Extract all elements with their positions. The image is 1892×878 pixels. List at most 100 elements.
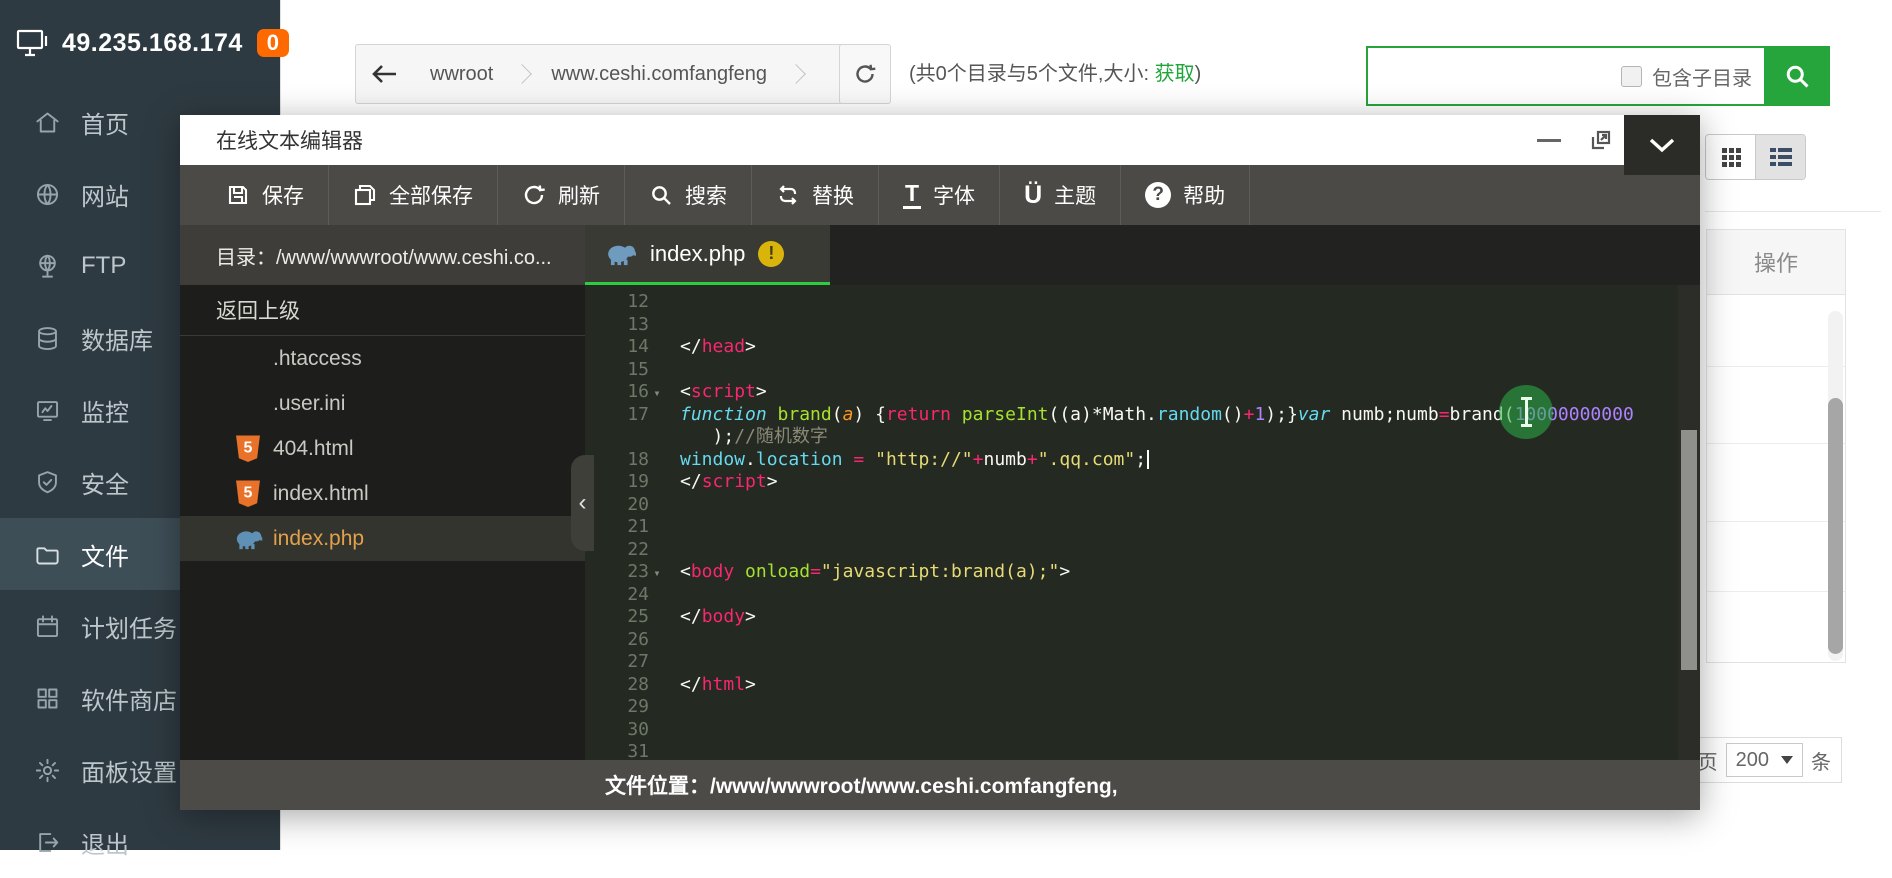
editor-tabbar: index.php ! [585,225,1700,285]
view-toggle [1705,134,1806,180]
help-button[interactable]: ?帮助 [1121,165,1250,225]
editor-scrollbar[interactable] [1678,285,1700,760]
font-icon: T [903,181,921,208]
notification-badge[interactable]: 0 [257,29,289,57]
folder-icon [34,541,61,568]
maximize-button[interactable] [1589,128,1613,152]
code-line-29: 29 [585,696,1700,719]
code-line-26: 26 [585,629,1700,652]
file-item-.user.ini[interactable]: .user.ini [180,381,585,426]
toolbar-button-label: 全部保存 [389,180,473,210]
code-line-25: 25</body> [585,606,1700,629]
section-divider [1705,211,1881,212]
grid-view-button[interactable] [1706,135,1755,179]
search-button[interactable] [1764,46,1830,106]
server-monitor-icon [16,28,52,58]
get-size-link[interactable]: 获取 [1155,63,1195,85]
sidebar-item-label: 计划任务 [81,609,177,644]
breadcrumb-item-site[interactable]: www.ceshi.comfangfeng [535,63,783,86]
calendar-icon [34,613,61,640]
search-input[interactable]: 包含子目录 [1366,46,1766,106]
editor-toolbar: 保存 全部保存刷新 搜索替换T字体 Ü 主题 ?帮助 [180,165,1700,225]
file-list: .htaccess .user.ini 5 404.html 5index.htmlin… [180,336,585,561]
panel-collapse-handle[interactable]: ‹ [571,455,594,551]
sidebar-item-logout[interactable]: 退出 [0,806,280,878]
include-subdir-label: 包含子目录 [1652,62,1752,91]
file-name: .htaccess [273,347,362,371]
replace-button[interactable]: 替换 [752,165,879,225]
html5-icon: 5 [236,435,260,462]
code-line-28: 28</html> [585,674,1700,697]
file-sidebar: 返回上级 .htaccess .user.ini 5 404.html 5index.h… [180,285,585,760]
home-icon [34,109,61,136]
logout-icon [34,829,61,856]
refresh-button[interactable]: 刷新 [498,165,625,225]
sidebar-item-label: 首页 [81,105,129,140]
globe-icon [34,181,61,208]
save-button[interactable]: 保存 [202,165,329,225]
minimize-button[interactable] [1537,139,1561,142]
list-view-button[interactable] [1755,135,1805,179]
file-item-.htaccess[interactable]: .htaccess [180,336,585,381]
include-subdir-checkbox[interactable] [1621,66,1642,87]
code-line-30: 30 [585,719,1700,742]
save-all-button[interactable]: 全部保存 [329,165,498,225]
theme-icon: Ü [1024,183,1042,208]
file-table: 操作 [1706,229,1846,663]
back-button[interactable] [356,45,414,103]
code-line-15: 15 [585,359,1700,382]
code-editor[interactable]: 121314</head>1516▾<script>17function bra… [585,285,1700,760]
sidebar-item-label: 监控 [81,393,129,428]
sidebar-item-label: 安全 [81,465,129,500]
server-ip: 49.235.168.174 [62,29,243,58]
refresh-icon [522,183,546,207]
file-location-statusbar: 文件位置：/www/wwwroot/www.ceshi.comfangfeng, [180,760,1700,810]
sidebar-item-label: 数据库 [81,321,153,356]
toolbar-button-label: 帮助 [1183,180,1225,210]
breadcrumb-item-wwroot[interactable]: wwroot [414,63,509,86]
code-line-12: 12 [585,291,1700,314]
gear-icon [34,757,61,784]
table-scrollbar[interactable] [1828,311,1843,661]
maximize-icon [1589,128,1613,152]
toolbar-collapse-button[interactable] [1624,115,1700,175]
directory-summary: (共0个目录与5个文件,大小: 获取) [909,44,1201,104]
tab-index-php[interactable]: index.php ! [585,225,830,285]
toolbar-button-label: 搜索 [685,180,727,210]
warning-icon: ! [758,241,784,267]
code-line-27: 27 [585,651,1700,674]
code-line-19: 19</script> [585,471,1700,494]
file-item-index.php[interactable]: index.php [180,516,585,561]
directory-summary-text: (共0个目录与5个文件,大小: [909,63,1155,85]
server-header[interactable]: 49.235.168.174 0 [0,0,280,86]
code-line-18: 18window.location = "http://"+numb+".qq.… [585,449,1700,472]
theme-button[interactable]: Ü 主题 [1000,165,1121,225]
per-page-select[interactable]: 200 [1726,743,1803,777]
file-item-404.html[interactable]: 5 404.html [180,426,585,471]
code-line-23: 23▾<body onload="javascript:brand(a);"> [585,561,1700,584]
table-row-divider [1707,521,1845,522]
table-scrollbar-thumb[interactable] [1828,398,1843,654]
minimize-icon [1537,139,1561,142]
per-page-unit: 条 [1811,746,1831,775]
file-name: 404.html [273,437,354,461]
editor-scrollbar-thumb[interactable] [1681,430,1697,670]
code-line-17: 17function brand(a) {return parseInt((a)… [585,404,1700,427]
code-line-14: 14</head> [585,336,1700,359]
refresh-directory-button[interactable] [839,44,891,104]
parent-directory-item[interactable]: 返回上级 [180,285,585,336]
search-icon [649,183,673,207]
save-all-icon [353,183,377,207]
toolbar-button-label: 主题 [1054,180,1096,210]
table-row-divider [1707,366,1845,367]
code-line-20: 20 [585,494,1700,517]
replace-icon [776,183,800,207]
php-icon [607,242,637,266]
ftp-icon [34,253,61,280]
font-button[interactable]: T字体 [879,165,1000,225]
chevron-right-icon [786,64,806,84]
file-item-index.html[interactable]: 5index.html [180,471,585,516]
modal-title: 在线文本编辑器 [180,115,1700,165]
monitor-icon [34,397,61,424]
search-button[interactable]: 搜索 [625,165,752,225]
